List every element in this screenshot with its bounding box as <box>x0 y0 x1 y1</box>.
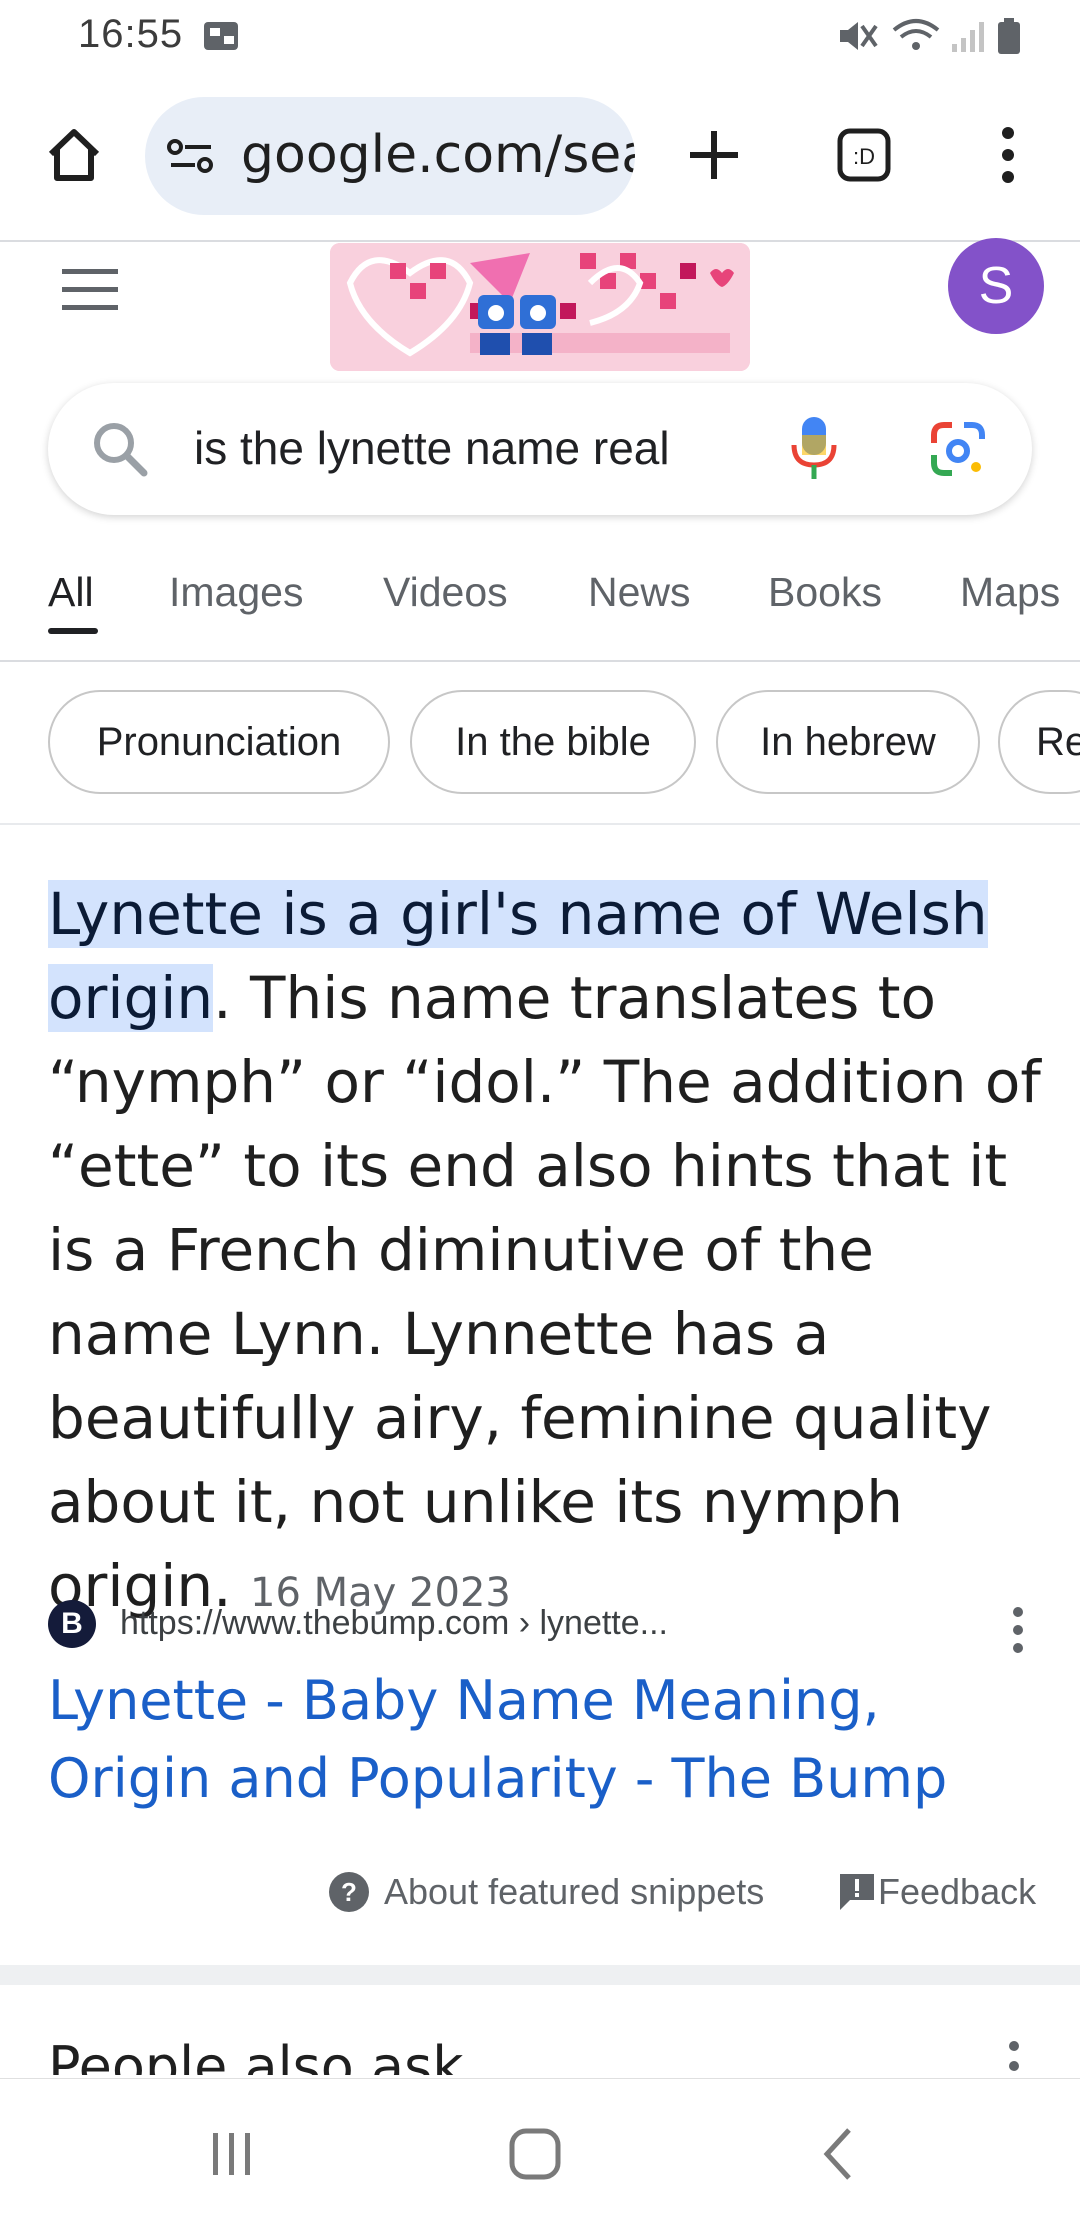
tab-news[interactable]: News <box>588 569 691 616</box>
system-nav-bar <box>0 2078 1080 2221</box>
section-separator <box>0 1965 1080 1985</box>
chip-in-the-bible[interactable]: In the bible <box>410 690 696 794</box>
chip-partial[interactable]: Re <box>998 690 1080 794</box>
search-icon <box>90 419 150 484</box>
url-text: google.com/search <box>241 125 635 185</box>
more-vert-icon[interactable] <box>980 117 1036 193</box>
back-icon[interactable] <box>794 2109 884 2199</box>
notification-icon <box>202 18 242 54</box>
more-vert-icon[interactable] <box>998 1600 1038 1660</box>
new-tab-icon[interactable] <box>676 117 752 193</box>
home-icon[interactable] <box>36 117 112 193</box>
account-avatar[interactable]: S <box>948 238 1044 334</box>
about-snippets-link[interactable]: ? About featured snippets <box>328 1864 764 1920</box>
site-info-icon[interactable] <box>167 137 217 182</box>
recents-icon[interactable] <box>187 2109 277 2199</box>
about-snippets-label: About featured snippets <box>384 1871 765 1912</box>
wifi-icon <box>892 19 940 50</box>
tab-maps[interactable]: Maps <box>960 569 1060 616</box>
feedback-label: Feedback <box>878 1871 1037 1912</box>
divider <box>0 823 1080 825</box>
home-nav-icon[interactable] <box>490 2109 580 2199</box>
tab-books[interactable]: Books <box>768 569 882 616</box>
result-title-link[interactable]: Lynette - Baby Name Meaning, Origin and … <box>48 1662 1028 1818</box>
featured-snippet-text: Lynette is a girl's name of Welsh origin… <box>48 872 1048 1635</box>
feedback-icon <box>838 1872 876 1912</box>
browser-toolbar: google.com/search :D <box>0 75 1080 242</box>
snippet-body: . This name translates to “nymph” or “id… <box>48 964 1041 1620</box>
tab-images[interactable]: Images <box>169 569 303 616</box>
google-lens-icon[interactable] <box>928 419 988 484</box>
source-row[interactable]: B https://www.thebump.com › lynette... <box>48 1600 1038 1660</box>
voice-search-icon[interactable] <box>788 413 840 488</box>
mute-icon <box>840 22 878 50</box>
search-box[interactable]: is the lynette name real <box>48 383 1032 515</box>
search-input[interactable]: is the lynette name real <box>194 421 670 475</box>
source-url[interactable]: https://www.thebump.com › lynette... <box>120 1604 668 1643</box>
hamburger-menu-icon[interactable] <box>58 265 122 315</box>
refinement-chips: Pronunciation In the bible In hebrew Re <box>0 690 1080 800</box>
tab-switcher-icon[interactable]: :D <box>826 117 902 193</box>
battery-icon <box>998 18 1020 54</box>
google-doodle[interactable] <box>330 243 750 371</box>
active-tab-indicator <box>48 628 98 634</box>
url-bar[interactable]: google.com/search <box>145 97 635 215</box>
signal-icon <box>952 22 984 52</box>
chip-pronunciation[interactable]: Pronunciation <box>48 690 390 794</box>
more-vert-icon[interactable] <box>994 2040 1034 2080</box>
help-icon: ? <box>328 1871 370 1913</box>
tab-videos[interactable]: Videos <box>383 569 508 616</box>
feedback-link[interactable]: Feedback <box>838 1864 1036 1920</box>
status-bar: 16:55 <box>0 0 1080 75</box>
tab-all[interactable]: All <box>48 569 94 616</box>
status-time: 16:55 <box>78 12 184 56</box>
svg-text:?: ? <box>341 1877 357 1907</box>
search-tabs: All Images Videos News Books Maps <box>0 555 1080 662</box>
people-also-ask-heading: People also ask <box>48 2035 464 2075</box>
source-favicon: B <box>48 1600 96 1648</box>
svg-text::D: :D <box>853 144 875 169</box>
status-icons <box>834 14 1024 58</box>
chip-in-hebrew[interactable]: In hebrew <box>716 690 980 794</box>
